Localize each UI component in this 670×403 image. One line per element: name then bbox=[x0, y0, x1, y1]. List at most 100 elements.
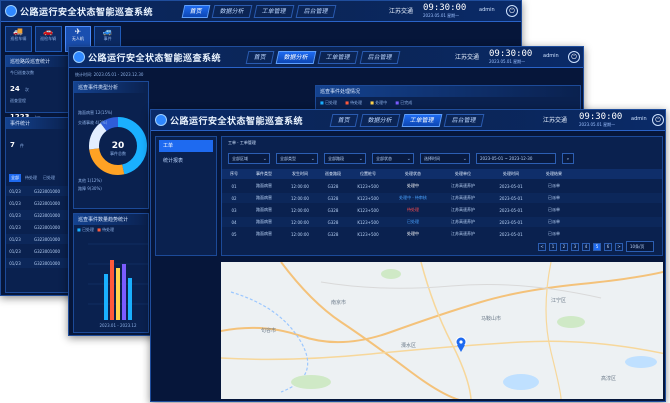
tab-done[interactable]: 已处理 bbox=[41, 174, 57, 182]
page-button[interactable]: < bbox=[538, 242, 546, 251]
user-menu[interactable]: admin bbox=[543, 53, 559, 59]
column-header: 序号 bbox=[230, 171, 238, 176]
brand-logo: 江苏交通 bbox=[543, 117, 568, 124]
page-button[interactable]: 4 bbox=[582, 242, 590, 251]
bar bbox=[116, 268, 120, 320]
event-count: 7 bbox=[10, 141, 15, 149]
date: 2023.05.01 星期一 bbox=[579, 122, 616, 127]
page-button[interactable]: 3 bbox=[571, 242, 579, 251]
tool-patrol-car[interactable]: 🚗 巡检车辆 bbox=[34, 26, 62, 52]
column-header: 处理单位 bbox=[455, 171, 471, 176]
page-button[interactable]: 6 bbox=[604, 242, 612, 251]
power-icon[interactable]: ⏻ bbox=[568, 51, 580, 63]
nav-home[interactable]: 首页 bbox=[181, 5, 211, 18]
map-label: 句容市 bbox=[261, 327, 276, 334]
cell: 12:00:00 bbox=[291, 219, 309, 225]
nav-admin[interactable]: 后台管理 bbox=[443, 114, 485, 127]
main-nav: 首页 数据分析 工单管理 后台管理 bbox=[329, 114, 485, 127]
table-row[interactable]: 04 路面病害 12:00:00 G328 K123+500 已处理 江苏高速养护 2023-… bbox=[222, 217, 662, 227]
app-logo-icon bbox=[155, 114, 167, 126]
cell: 01/23 bbox=[9, 248, 21, 254]
window-work-orders: 公路运行安全状态智能巡查系统 首页 数据分析 工单管理 后台管理 江苏交通 09… bbox=[150, 109, 666, 402]
cell: 已处理 bbox=[407, 219, 419, 224]
column-header: 位置桩号 bbox=[360, 171, 376, 176]
tool-inspection-vehicle[interactable]: 🚚 巡检车辆 bbox=[5, 26, 32, 52]
cell: G323001000 bbox=[33, 188, 60, 194]
list-item[interactable]: 01/23 G323001000 bbox=[6, 258, 70, 268]
user-menu[interactable]: admin bbox=[479, 7, 495, 13]
power-icon[interactable]: ⏻ bbox=[506, 5, 518, 17]
list-item[interactable]: 01/23 G323001000 bbox=[6, 210, 70, 220]
nav-home[interactable]: 首页 bbox=[329, 114, 359, 127]
page-button[interactable]: 1 bbox=[549, 242, 557, 251]
nav-orders[interactable]: 工单管理 bbox=[317, 51, 359, 64]
cell: 路面病害 bbox=[256, 219, 272, 224]
nav-analysis[interactable]: 数据分析 bbox=[275, 51, 317, 64]
cell: 已派单 bbox=[548, 195, 560, 200]
main-nav: 首页 数据分析 工单管理 后台管理 bbox=[245, 51, 401, 64]
title-bar: 公路运行安全状态智能巡查系统 首页 数据分析 工单管理 后台管理 江苏交通 09… bbox=[151, 110, 665, 131]
sidebar-item-reports[interactable]: 统计报表 bbox=[159, 155, 213, 167]
right-legend: ■ 已处理 ■ 待处理 ■ 处理中 ■ 已完成 bbox=[316, 97, 580, 109]
sidebar-item-orders[interactable]: 工单 bbox=[159, 140, 213, 152]
cell: 已派单 bbox=[548, 207, 560, 212]
tab-pending[interactable]: 待处理 bbox=[23, 174, 39, 182]
events-panel: 事件统计 7 件 全部 待处理 已处理 01/23 G323001000 01/23… bbox=[5, 117, 71, 293]
app-title: 公路运行安全状态智能巡查系统 bbox=[88, 54, 222, 64]
bar-caption: 2023.01 - 2023.12 bbox=[99, 323, 137, 328]
list-item[interactable]: 01/23 G323001000 bbox=[6, 186, 70, 196]
main-nav: 首页 数据分析 工单管理 后台管理 bbox=[181, 5, 337, 18]
filter-type[interactable]: 全部类型 ⌄ bbox=[276, 153, 318, 164]
date-range-input[interactable]: 2023-05-01 ~ 2023-12-30 bbox=[476, 153, 556, 164]
stat-label: 巡查里程 bbox=[10, 98, 26, 103]
bar bbox=[104, 274, 108, 320]
cell: 已派单 bbox=[548, 219, 560, 224]
list-item[interactable]: 01/23 G323001000 bbox=[6, 246, 70, 256]
nav-admin[interactable]: 后台管理 bbox=[359, 51, 401, 64]
date-range-label[interactable]: 统计时间: 2023.05.01 - 2023.12.30 bbox=[75, 72, 143, 78]
nav-orders[interactable]: 工单管理 bbox=[401, 114, 443, 127]
nav-admin[interactable]: 后台管理 bbox=[295, 5, 337, 18]
table-row[interactable]: 05 路面病害 12:00:00 G328 K123+500 处理中 江苏高速养护 2023-… bbox=[222, 229, 662, 239]
bar-legend: ■ 已处理 ■ 待处理 bbox=[74, 225, 148, 235]
page-button[interactable]: 2 bbox=[560, 242, 568, 251]
legend-item: ■ 处理中 bbox=[370, 100, 388, 105]
table-row[interactable]: 01 路面病害 12:00:00 G328 K123+500 处理中 江苏高速养护 2023-… bbox=[222, 181, 662, 191]
list-item[interactable]: 01/23 G323001000 bbox=[6, 222, 70, 232]
tab-all[interactable]: 全部 bbox=[9, 174, 21, 182]
user-menu[interactable]: admin bbox=[631, 116, 647, 122]
clock: 09:30:00 bbox=[423, 3, 467, 13]
cell: G323001000 bbox=[33, 248, 60, 254]
filter-time[interactable]: 选择时间 ⌄ bbox=[420, 153, 470, 164]
filter-status[interactable]: 全部状态 ⌄ bbox=[372, 153, 414, 164]
nav-home[interactable]: 首页 bbox=[245, 51, 275, 64]
filter-region[interactable]: 全部区域 ⌄ bbox=[228, 153, 270, 164]
list-item[interactable]: 01/23 G323001000 bbox=[6, 234, 70, 244]
search-icon[interactable]: ⌕ bbox=[562, 153, 574, 164]
title-bar: 公路运行安全状态智能巡查系统 首页 数据分析 工单管理 后台管理 江苏交通 09… bbox=[69, 47, 583, 68]
cell: G328 bbox=[327, 219, 339, 225]
drone-icon: ✈ bbox=[74, 27, 82, 36]
cell: 12:00:00 bbox=[291, 183, 309, 189]
nav-analysis[interactable]: 数据分析 bbox=[359, 114, 401, 127]
list-item[interactable]: 01/23 G323001000 bbox=[6, 198, 70, 208]
cell: K123+500 bbox=[357, 231, 379, 237]
legend-item: ■ 待处理 bbox=[97, 227, 115, 232]
nav-analysis[interactable]: 数据分析 bbox=[211, 5, 253, 18]
table-row[interactable]: 03 路面病害 12:00:00 G328 K123+500 待处理 江苏高速养护 2023-… bbox=[222, 205, 662, 215]
bar bbox=[122, 264, 126, 320]
map-view[interactable]: 南京市 马鞍山市 溧水区 句容市 江宁区 高淳区 bbox=[221, 262, 663, 399]
cell: 05 bbox=[231, 231, 237, 237]
page-size-select[interactable]: 10条/页 bbox=[626, 241, 654, 252]
stat-value: 24 bbox=[10, 85, 20, 93]
nav-orders[interactable]: 工单管理 bbox=[253, 5, 295, 18]
stat-unit: 次 bbox=[24, 87, 29, 92]
power-icon[interactable]: ⏻ bbox=[652, 114, 664, 126]
truck-icon: 🚚 bbox=[13, 27, 24, 36]
filter-road[interactable]: 全部路段 ⌄ bbox=[324, 153, 366, 164]
event-tabs: 全部 待处理 已处理 bbox=[6, 174, 70, 182]
page-button[interactable]: 5 bbox=[593, 242, 601, 251]
page-button[interactable]: > bbox=[615, 242, 623, 251]
cell: 2023-05-01 bbox=[499, 207, 523, 213]
table-row[interactable]: 02 路面病害 12:00:00 G328 K123+500 处理中 · 待审核 江苏高速养… bbox=[222, 193, 662, 203]
